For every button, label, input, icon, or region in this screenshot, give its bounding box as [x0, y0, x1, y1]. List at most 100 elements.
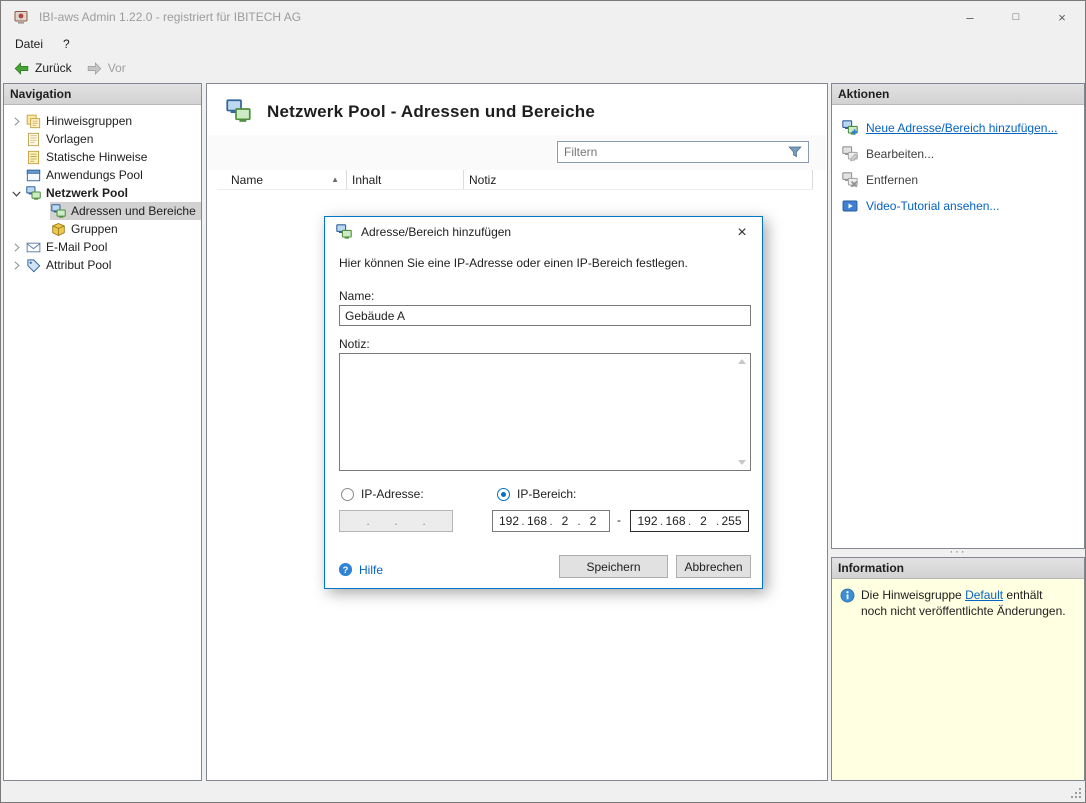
dialog-close-icon[interactable]: × — [730, 222, 754, 243]
help-link-label: Hilfe — [359, 563, 383, 577]
sidebar-item-label: Adressen und Bereiche — [71, 204, 196, 218]
ip-address-input: . . . — [339, 510, 453, 532]
name-field[interactable] — [339, 305, 751, 326]
octet-value[interactable]: 255 — [720, 514, 743, 528]
octet-value[interactable]: 168 — [664, 514, 687, 528]
app-icon — [13, 9, 29, 25]
actions-panel: Aktionen Neue Adresse/Bereich hinzufügen… — [831, 83, 1085, 549]
chevron-right-icon[interactable] — [8, 113, 25, 129]
action-video-tutorial[interactable]: Video-Tutorial ansehen... — [832, 193, 1084, 219]
radio-unchecked-icon[interactable] — [341, 488, 354, 501]
add-address-icon — [842, 120, 858, 136]
resize-grip-icon[interactable] — [1070, 787, 1083, 800]
octet-value[interactable]: 192 — [636, 514, 659, 528]
navigation-panel-header: Navigation — [4, 84, 201, 105]
information-message: Die Hinweisgruppe Default enthält noch n… — [861, 587, 1076, 772]
column-label: Name — [231, 173, 263, 187]
sidebar-item-hinweisgruppen[interactable]: Hinweisgruppen — [4, 112, 201, 130]
column-label: Inhalt — [352, 173, 381, 187]
forward-button: Vor — [80, 57, 132, 79]
network-pool-icon — [25, 185, 41, 201]
dialog-title: Adresse/Bereich hinzufügen — [361, 225, 511, 239]
chevron-placeholder — [8, 167, 25, 183]
default-group-link[interactable]: Default — [965, 588, 1003, 602]
information-panel-header: Information — [832, 558, 1084, 579]
menu-item-datei[interactable]: Datei — [5, 33, 53, 55]
window-title: IBI-aws Admin 1.22.0 - registriert für I… — [39, 10, 301, 24]
action-remove: Entfernen — [832, 167, 1084, 193]
maximize-button[interactable]: □ — [993, 1, 1039, 33]
sidebar-item-label: Gruppen — [71, 222, 118, 236]
forward-arrow-icon — [86, 60, 103, 77]
sidebar-item-label: Anwendungs Pool — [46, 168, 143, 182]
chevron-down-icon[interactable] — [8, 185, 25, 201]
sidebar-item-vorlagen[interactable]: Vorlagen — [4, 130, 201, 148]
sidebar-item-label: E-Mail Pool — [46, 240, 107, 254]
ip-range-radio-label: IP-Bereich: — [517, 487, 576, 501]
sidebar-item-netzwerk-pool[interactable]: Netzwerk Pool — [4, 184, 201, 202]
sidebar-item-gruppen[interactable]: Gruppen — [4, 220, 201, 238]
groups-icon — [50, 221, 66, 237]
sidebar-item-adressen-und-bereiche[interactable]: Adressen und Bereiche — [4, 202, 201, 220]
navigation-tree: Hinweisgruppen Vorlagen Statische Hinwei… — [4, 105, 201, 274]
dialog-description: Hier können Sie eine IP-Adresse oder ein… — [339, 256, 688, 270]
octet-separator: . — [422, 514, 427, 528]
sidebar-item-statische-hinweise[interactable]: Statische Hinweise — [4, 148, 201, 166]
action-label: Bearbeiten... — [866, 147, 934, 161]
title-bar[interactable]: IBI-aws Admin 1.22.0 - registriert für I… — [1, 1, 1085, 33]
sidebar-item-attribut-pool[interactable]: Attribut Pool — [4, 256, 201, 274]
addresses-icon — [50, 203, 66, 219]
column-header-notiz[interactable]: Notiz — [464, 170, 813, 189]
video-tutorial-icon — [842, 198, 858, 214]
actions-panel-header: Aktionen — [832, 84, 1084, 105]
sidebar-item-anwendungs-pool[interactable]: Anwendungs Pool — [4, 166, 201, 184]
ip-address-radio-label: IP-Adresse: — [361, 487, 424, 501]
ip-range-to-input[interactable]: 192 . 168 . 2 . 255 — [630, 510, 749, 532]
minimize-button[interactable]: – — [947, 1, 993, 33]
action-add-address[interactable]: Neue Adresse/Bereich hinzufügen... — [832, 115, 1084, 141]
email-pool-icon — [25, 239, 41, 255]
octet-value[interactable]: 2 — [554, 514, 577, 528]
column-header-name[interactable]: Name ▲ — [217, 170, 347, 189]
menu-item-help[interactable]: ? — [53, 33, 80, 55]
column-header-inhalt[interactable]: Inhalt — [347, 170, 464, 189]
filter-funnel-icon[interactable] — [787, 144, 803, 160]
filter-box — [557, 141, 809, 163]
octet-value[interactable]: 2 — [582, 514, 605, 528]
back-button[interactable]: Zurück — [7, 57, 78, 79]
page-title-row: Netzwerk Pool - Adressen und Bereiche — [224, 99, 595, 124]
chevron-right-icon[interactable] — [8, 257, 25, 273]
help-icon — [338, 562, 353, 577]
note-textarea[interactable] — [339, 353, 751, 471]
back-arrow-icon — [13, 60, 30, 77]
radio-checked-icon[interactable] — [497, 488, 510, 501]
help-link[interactable]: Hilfe — [338, 562, 383, 577]
ip-range-from-input[interactable]: 192 . 168 . 2 . 2 — [492, 510, 610, 532]
action-label: Video-Tutorial ansehen... — [866, 199, 999, 213]
cancel-button[interactable]: Abbrechen — [676, 555, 751, 578]
close-button[interactable]: × — [1039, 1, 1085, 33]
information-body: Die Hinweisgruppe Default enthält noch n… — [832, 579, 1084, 780]
panel-splitter-handle[interactable]: ··· — [831, 548, 1085, 557]
add-address-dialog: Adresse/Bereich hinzufügen × Hier können… — [324, 216, 763, 589]
chevron-right-icon[interactable] — [8, 239, 25, 255]
save-button[interactable]: Speichern — [559, 555, 668, 578]
attribute-pool-icon — [25, 257, 41, 273]
chevron-placeholder — [8, 149, 25, 165]
page-title: Netzwerk Pool - Adressen und Bereiche — [267, 102, 595, 122]
octet-value[interactable]: 2 — [692, 514, 715, 528]
octet-separator: . — [366, 514, 371, 528]
app-window: IBI-aws Admin 1.22.0 - registriert für I… — [0, 0, 1086, 803]
info-icon — [840, 588, 855, 603]
dialog-title-bar[interactable]: Adresse/Bereich hinzufügen — [325, 217, 762, 247]
sidebar-item-label: Hinweisgruppen — [46, 114, 132, 128]
menu-bar: Datei ? — [1, 33, 1085, 55]
ip-address-radio[interactable]: IP-Adresse: — [341, 486, 424, 502]
octet-value[interactable]: 168 — [526, 514, 549, 528]
sidebar-item-email-pool[interactable]: E-Mail Pool — [4, 238, 201, 256]
octet-value[interactable]: 192 — [498, 514, 521, 528]
back-button-label: Zurück — [35, 61, 72, 75]
status-bar — [1, 784, 1085, 802]
filter-input[interactable] — [558, 145, 787, 159]
ip-range-radio[interactable]: IP-Bereich: — [497, 486, 576, 502]
